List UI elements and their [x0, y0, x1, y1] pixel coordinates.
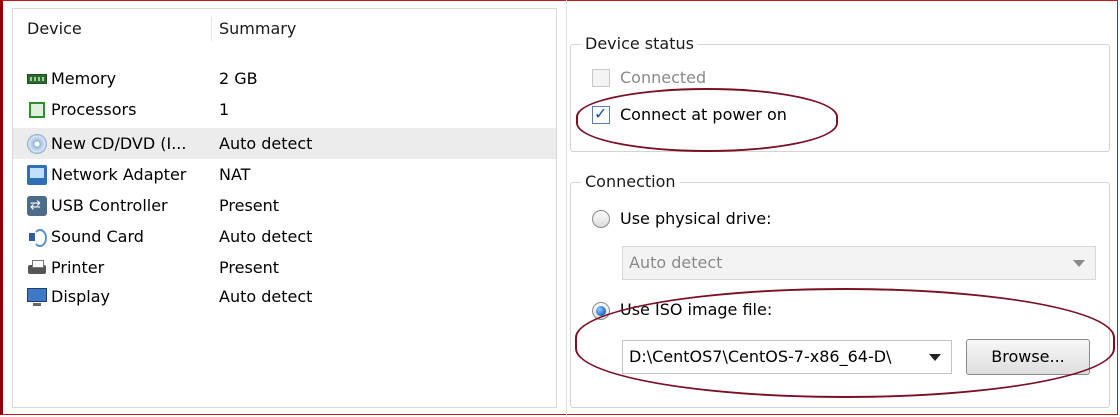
iso-path-value: D:\CentOS7\CentOS-7-x86_64-D\: [629, 347, 892, 366]
device-name: Sound Card: [51, 227, 144, 246]
connect-at-power-on-label[interactable]: Connect at power on: [620, 104, 787, 126]
device-row-printer[interactable]: Printer Present: [13, 252, 556, 283]
printer-icon: [27, 258, 47, 278]
use-iso-image-radio[interactable]: [592, 302, 610, 320]
connected-checkbox[interactable]: [592, 69, 610, 87]
panel-divider: [566, 0, 567, 417]
physical-drive-value: Auto detect: [629, 253, 723, 272]
cd-dvd-icon: [27, 134, 47, 154]
device-summary: Auto detect: [219, 287, 313, 306]
device-row-usb-controller[interactable]: USB Controller Present: [13, 190, 556, 221]
processor-icon: [29, 102, 45, 118]
chevron-down-icon[interactable]: [929, 354, 941, 361]
device-name: Memory: [51, 69, 117, 88]
connected-label: Connected: [620, 68, 707, 87]
device-name: USB Controller: [51, 196, 168, 215]
device-summary: NAT: [219, 165, 251, 184]
physical-drive-select[interactable]: Auto detect: [622, 246, 1096, 280]
usb-controller-icon: [27, 196, 47, 216]
device-summary: 1: [219, 100, 230, 119]
browse-button[interactable]: Browse...: [966, 339, 1090, 375]
network-adapter-icon: [27, 165, 47, 185]
sound-card-icon: [27, 227, 47, 247]
device-column-header[interactable]: Device: [27, 9, 82, 49]
use-iso-image-label[interactable]: Use ISO image file:: [620, 299, 772, 321]
device-name: Processors: [51, 100, 137, 119]
device-row-processors[interactable]: Processors 1: [13, 94, 556, 125]
device-summary: Present: [219, 258, 280, 277]
device-name: Display: [51, 287, 110, 306]
device-summary: Present: [219, 196, 280, 215]
device-row-display[interactable]: Display Auto detect: [13, 281, 556, 312]
device-name: New CD/DVD (I...: [51, 134, 187, 153]
display-icon: [27, 287, 47, 307]
device-row-network-adapter[interactable]: Network Adapter NAT: [13, 159, 556, 190]
device-row-memory[interactable]: Memory 2 GB: [13, 63, 556, 94]
device-list-header: Device Summary: [13, 9, 556, 49]
use-physical-drive-label[interactable]: Use physical drive:: [620, 208, 772, 230]
column-separator[interactable]: [211, 17, 212, 41]
iso-path-combobox[interactable]: D:\CentOS7\CentOS-7-x86_64-D\: [622, 340, 952, 374]
device-status-group: Device status: [570, 33, 1110, 152]
summary-column-header[interactable]: Summary: [219, 9, 296, 49]
device-summary: Auto detect: [219, 227, 313, 246]
connection-title: Connection: [581, 171, 680, 193]
connect-at-power-on-checkbox[interactable]: [592, 104, 610, 124]
device-list: Device Summary Memory 2 GB Processors 1 …: [12, 8, 557, 408]
device-summary: 2 GB: [219, 69, 258, 88]
device-row-sound-card[interactable]: Sound Card Auto detect: [13, 221, 556, 252]
chevron-down-icon: [1073, 260, 1085, 267]
device-name: Printer: [51, 258, 105, 277]
device-status-title: Device status: [581, 33, 698, 55]
device-summary: Auto detect: [219, 134, 313, 153]
device-name: Network Adapter: [51, 165, 187, 184]
device-row-cd-dvd[interactable]: New CD/DVD (I... Auto detect: [13, 128, 556, 159]
memory-icon: [27, 74, 47, 84]
use-physical-drive-radio[interactable]: [592, 210, 610, 228]
